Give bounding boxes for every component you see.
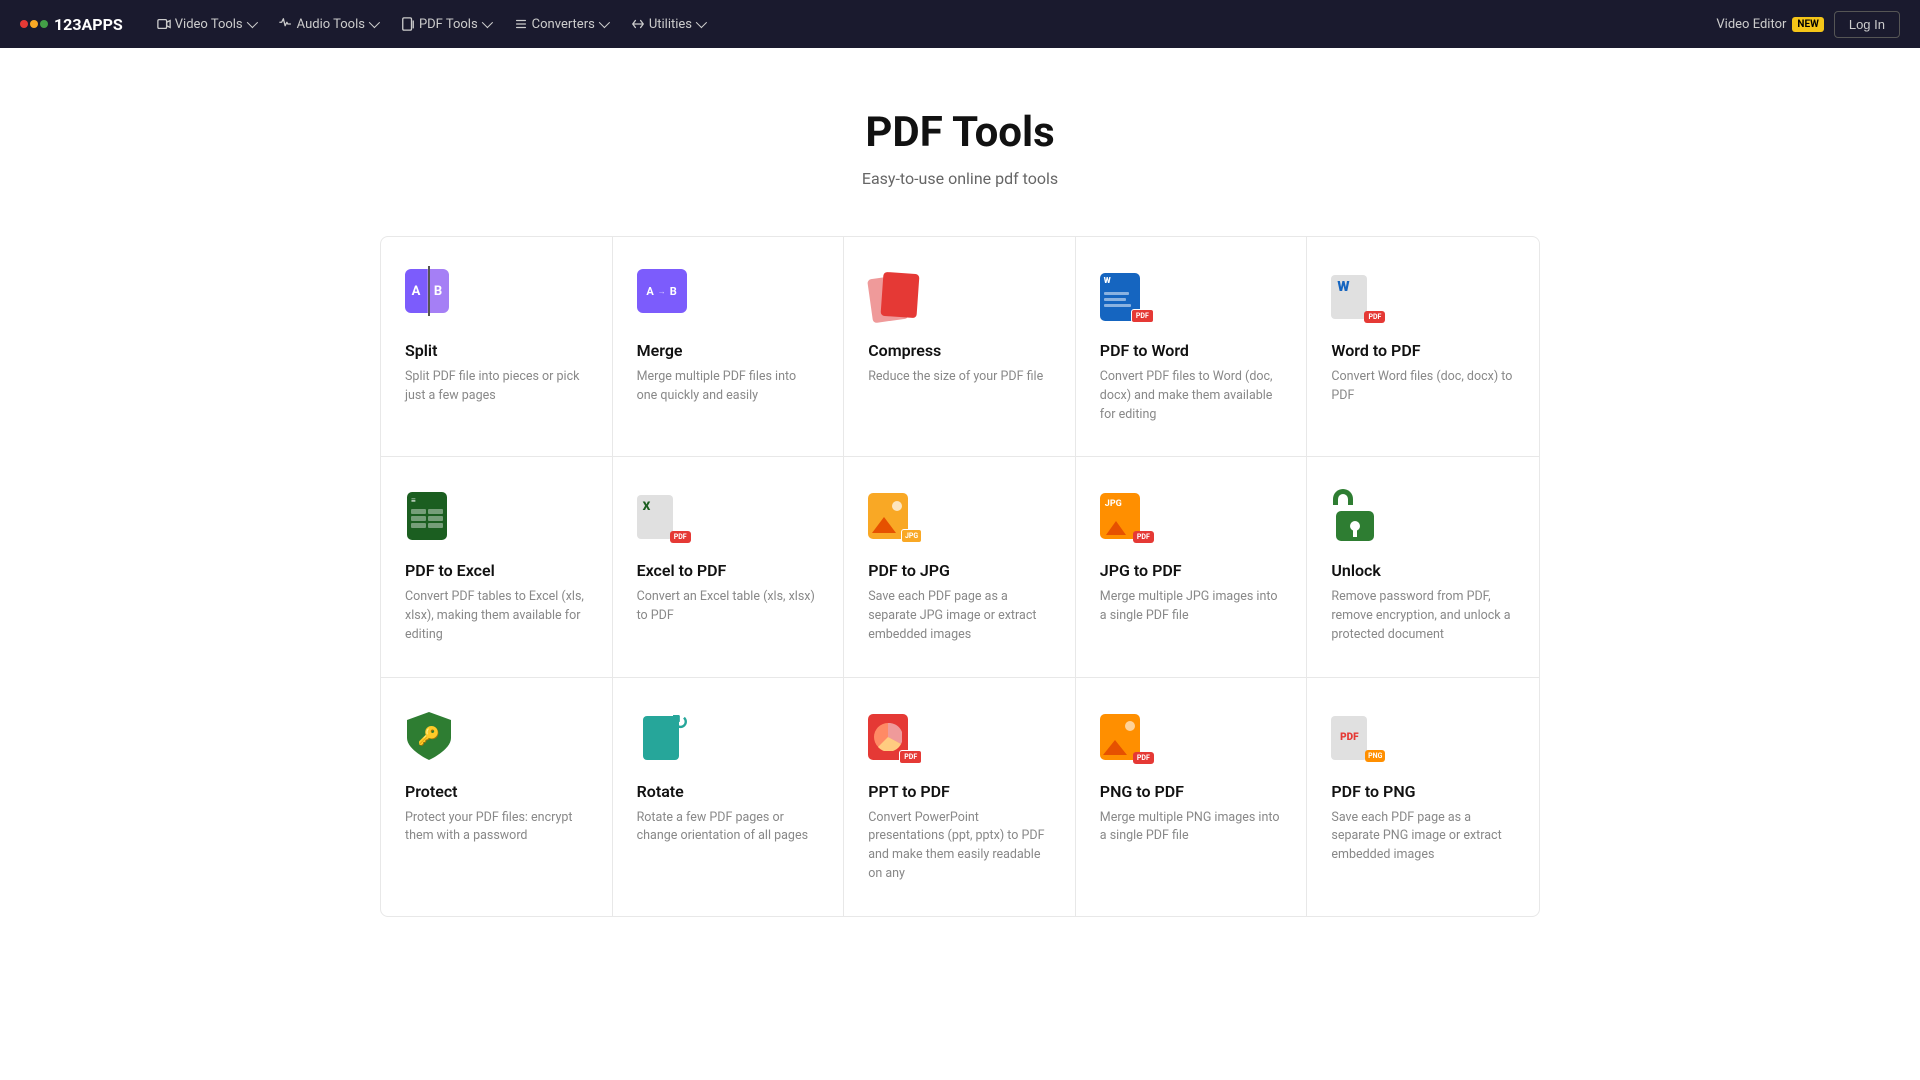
jpg-to-pdf-icon: JPG PDF: [1100, 489, 1156, 545]
video-icon: [157, 17, 171, 31]
tool-word-to-pdf[interactable]: W PDF Word to PDF Convert Word files (do…: [1307, 237, 1539, 457]
nav-converters[interactable]: Converters: [504, 11, 617, 38]
tool-desc-pdf-to-word: Convert PDF files to Word (doc, docx) an…: [1100, 368, 1283, 424]
chevron-utilities: [696, 17, 707, 28]
tool-desc-ppt-to-pdf: Convert PowerPoint presentations (ppt, p…: [868, 809, 1051, 884]
tool-name-protect: Protect: [405, 782, 588, 801]
tool-name-split: Split: [405, 341, 588, 360]
tool-name-pdf-to-jpg: PDF to JPG: [868, 561, 1051, 580]
tool-pdf-to-word[interactable]: W PDF PDF to Word Convert PDF files to W…: [1076, 237, 1308, 457]
login-button[interactable]: Log In: [1834, 11, 1900, 38]
pdf-to-jpg-icon: JPG: [868, 489, 924, 545]
tool-split[interactable]: A B Split Split PDF file into pieces or …: [381, 237, 613, 457]
app-name: 123APPS: [54, 15, 123, 34]
tool-desc-jpg-to-pdf: Merge multiple JPG images into a single …: [1100, 588, 1283, 626]
tool-pdf-to-jpg[interactable]: JPG PDF to JPG Save each PDF page as a s…: [844, 457, 1076, 677]
tool-merge[interactable]: A→B Merge Merge multiple PDF files into …: [613, 237, 845, 457]
tool-name-jpg-to-pdf: JPG to PDF: [1100, 561, 1283, 580]
tool-rotate[interactable]: ↻ Rotate Rotate a few PDF pages or chang…: [613, 678, 845, 916]
pdf-to-excel-icon: ≡: [405, 489, 461, 545]
tool-name-compress: Compress: [868, 341, 1051, 360]
nav-video-tools[interactable]: Video Tools: [147, 11, 265, 38]
tool-name-word-to-pdf: Word to PDF: [1331, 341, 1515, 360]
ppt-chart: [874, 723, 902, 751]
rotate-icon: ↻: [637, 710, 693, 766]
tools-grid: A B Split Split PDF file into pieces or …: [380, 236, 1540, 917]
tool-protect[interactable]: 🔑 Protect Protect your PDF files: encryp…: [381, 678, 613, 916]
chevron-pdf: [481, 17, 492, 28]
tool-desc-unlock: Remove password from PDF, remove encrypt…: [1331, 588, 1515, 644]
excel-to-pdf-icon: X PDF: [637, 489, 693, 545]
tool-desc-pdf-to-jpg: Save each PDF page as a separate JPG ima…: [868, 588, 1051, 644]
tool-desc-pdf-to-excel: Convert PDF tables to Excel (xls, xlsx),…: [405, 588, 588, 644]
tool-ppt-to-pdf[interactable]: PDF PPT to PDF Convert PowerPoint presen…: [844, 678, 1076, 916]
main-content: PDF Tools Easy-to-use online pdf tools A…: [360, 48, 1560, 957]
tool-pdf-to-png[interactable]: PDF PNG PDF to PNG Save each PDF page as…: [1307, 678, 1539, 916]
nav-right: Video Editor NEW Log In: [1716, 11, 1900, 38]
utilities-icon: [631, 17, 645, 31]
tool-desc-compress: Reduce the size of your PDF file: [868, 368, 1051, 387]
navbar: 123APPS Video Tools Audio Tools PDF Tool…: [0, 0, 1920, 48]
page-title: PDF Tools: [380, 108, 1540, 157]
tool-name-pdf-to-excel: PDF to Excel: [405, 561, 588, 580]
tool-name-unlock: Unlock: [1331, 561, 1515, 580]
tool-name-rotate: Rotate: [637, 782, 820, 801]
app-logo[interactable]: 123APPS: [20, 15, 123, 34]
pdf-icon: [401, 17, 415, 31]
chevron-converters: [599, 17, 610, 28]
pdf-to-word-icon: W PDF: [1100, 269, 1156, 325]
tool-excel-to-pdf[interactable]: X PDF Excel to PDF Convert an Excel tabl…: [613, 457, 845, 677]
split-icon: A B: [405, 269, 461, 325]
merge-icon: A→B: [637, 269, 693, 325]
converters-icon: [514, 17, 528, 31]
tool-name-merge: Merge: [637, 341, 820, 360]
tool-desc-rotate: Rotate a few PDF pages or change orienta…: [637, 809, 820, 847]
protect-icon: 🔑: [405, 710, 461, 766]
tool-name-pdf-to-png: PDF to PNG: [1331, 782, 1515, 801]
nav-items: Video Tools Audio Tools PDF Tools Conver…: [147, 11, 1693, 38]
tool-desc-word-to-pdf: Convert Word files (doc, docx) to PDF: [1331, 368, 1515, 406]
nav-utilities[interactable]: Utilities: [621, 11, 714, 38]
tool-desc-protect: Protect your PDF files: encrypt them wit…: [405, 809, 588, 847]
svg-text:🔑: 🔑: [418, 725, 440, 747]
page-subtitle: Easy-to-use online pdf tools: [380, 169, 1540, 188]
tool-name-excel-to-pdf: Excel to PDF: [637, 561, 820, 580]
tool-desc-excel-to-pdf: Convert an Excel table (xls, xlsx) to PD…: [637, 588, 820, 626]
tool-jpg-to-pdf[interactable]: JPG PDF JPG to PDF Merge multiple JPG im…: [1076, 457, 1308, 677]
ppt-to-pdf-icon: PDF: [868, 710, 924, 766]
tool-desc-pdf-to-png: Save each PDF page as a separate PNG ima…: [1331, 809, 1515, 865]
logo-icon: [20, 20, 48, 28]
tool-desc-merge: Merge multiple PDF files into one quickl…: [637, 368, 820, 406]
nav-audio-tools[interactable]: Audio Tools: [269, 11, 387, 38]
tool-unlock[interactable]: Unlock Remove password from PDF, remove …: [1307, 457, 1539, 677]
tool-compress[interactable]: Compress Reduce the size of your PDF fil…: [844, 237, 1076, 457]
tool-name-ppt-to-pdf: PPT to PDF: [868, 782, 1051, 801]
tool-pdf-to-excel[interactable]: ≡ PDF to Excel Convert PDF tables to Exc…: [381, 457, 613, 677]
video-editor-label: Video Editor NEW: [1716, 17, 1823, 32]
new-badge: NEW: [1792, 17, 1823, 32]
tool-name-png-to-pdf: PNG to PDF: [1100, 782, 1283, 801]
tool-png-to-pdf[interactable]: PDF PNG to PDF Merge multiple PNG images…: [1076, 678, 1308, 916]
compress-icon: [868, 269, 924, 325]
tool-desc-png-to-pdf: Merge multiple PNG images into a single …: [1100, 809, 1283, 847]
nav-pdf-tools[interactable]: PDF Tools: [391, 11, 500, 38]
tool-name-pdf-to-word: PDF to Word: [1100, 341, 1283, 360]
chevron-video: [246, 17, 257, 28]
word-to-pdf-icon: W PDF: [1331, 269, 1387, 325]
audio-icon: [279, 17, 293, 31]
png-to-pdf-icon: PDF: [1100, 710, 1156, 766]
unlock-icon: [1331, 489, 1387, 545]
pdf-to-png-icon: PDF PNG: [1331, 710, 1387, 766]
shield-svg: 🔑: [405, 710, 453, 762]
tool-desc-split: Split PDF file into pieces or pick just …: [405, 368, 588, 406]
chevron-audio: [369, 17, 380, 28]
